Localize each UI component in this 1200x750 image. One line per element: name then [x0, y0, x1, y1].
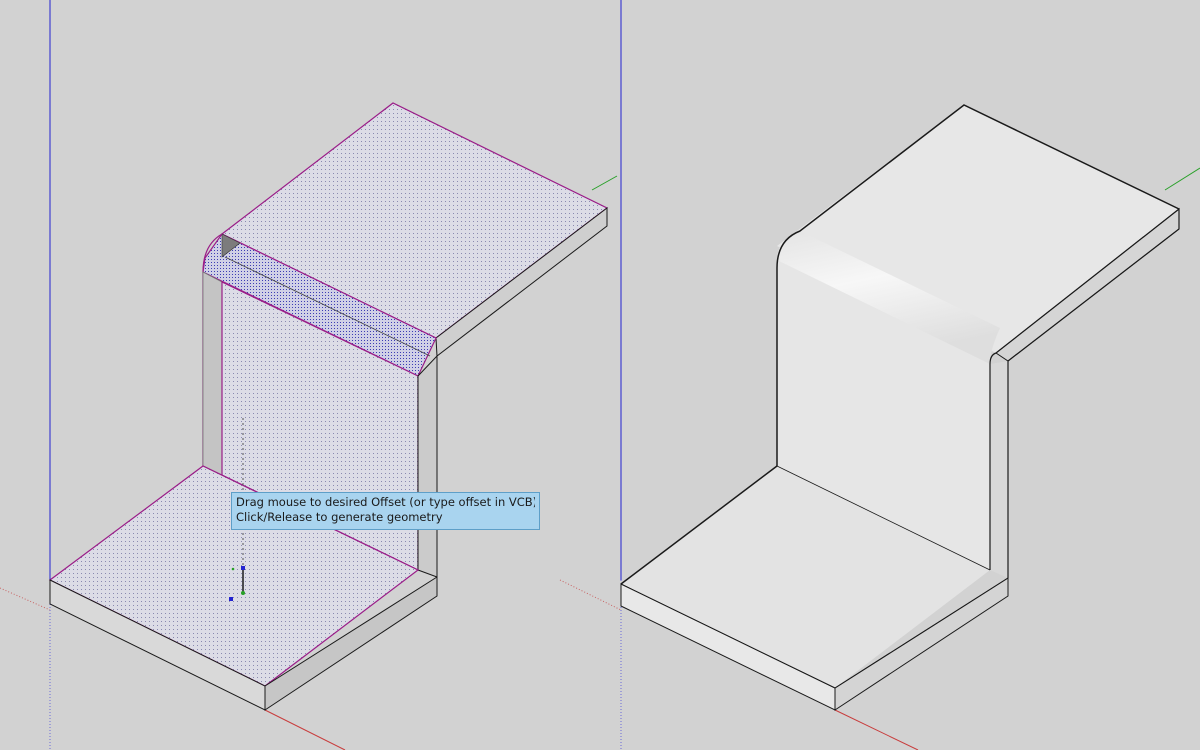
offset-tooltip: Drag mouse to desired Offset (or type of…: [231, 492, 540, 530]
left-wall-side: [202, 271, 223, 476]
result-wall-side: [990, 361, 1008, 578]
red-axis-left-dotted: [0, 587, 51, 611]
tooltip-line-1: Drag mouse to desired Offset (or type of…: [236, 495, 535, 509]
red-axis-right: [834, 709, 919, 750]
tooltip-line-2: Click/Release to generate geometry: [236, 510, 443, 524]
green-axis-right: [1164, 167, 1200, 191]
green-axis-left: [591, 175, 618, 191]
red-axis-right-dotted: [559, 579, 622, 611]
red-axis-left: [264, 709, 346, 750]
modeling-viewport[interactable]: [0, 0, 1200, 750]
right-model[interactable]: [620, 104, 1180, 711]
left-model[interactable]: [48, 102, 609, 711]
vertical-wall-side: [417, 354, 438, 578]
